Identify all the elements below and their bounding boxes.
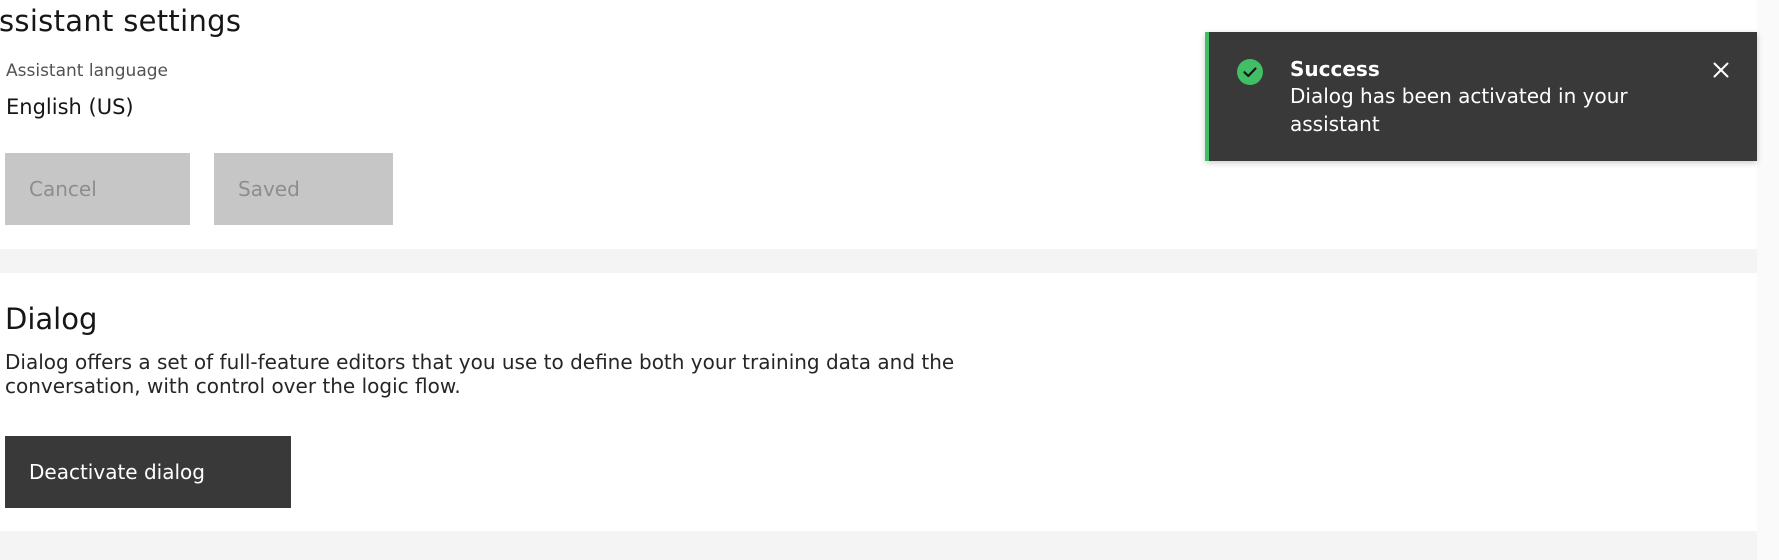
success-toast-notification: Success Dialog has been activated in you…: [1205, 32, 1757, 161]
toast-content: Success Dialog has been activated in you…: [1290, 56, 1670, 138]
scrollbar-track[interactable]: [1757, 0, 1779, 560]
saved-button[interactable]: Saved: [214, 153, 393, 225]
assistant-language-label: Assistant language: [6, 61, 168, 81]
close-icon: [1707, 62, 1735, 87]
cancel-button[interactable]: Cancel: [5, 153, 190, 225]
page-title: ssistant settings: [0, 4, 242, 38]
checkmark-filled-icon: [1236, 58, 1264, 86]
toast-subtitle: Dialog has been activated in your assist…: [1290, 84, 1628, 136]
dialog-section-title: Dialog: [5, 302, 98, 336]
toast-title: Success: [1290, 57, 1380, 81]
deactivate-dialog-button[interactable]: Deactivate dialog: [5, 436, 291, 508]
page: ssistant settings Assistant language Eng…: [0, 0, 1779, 560]
dialog-section-description: Dialog offers a set of full-feature edit…: [5, 350, 955, 398]
assistant-language-value: English (US): [6, 95, 134, 119]
toast-close-button[interactable]: [1707, 56, 1735, 84]
dialog-panel: Dialog Dialog offers a set of full-featu…: [0, 273, 1757, 531]
